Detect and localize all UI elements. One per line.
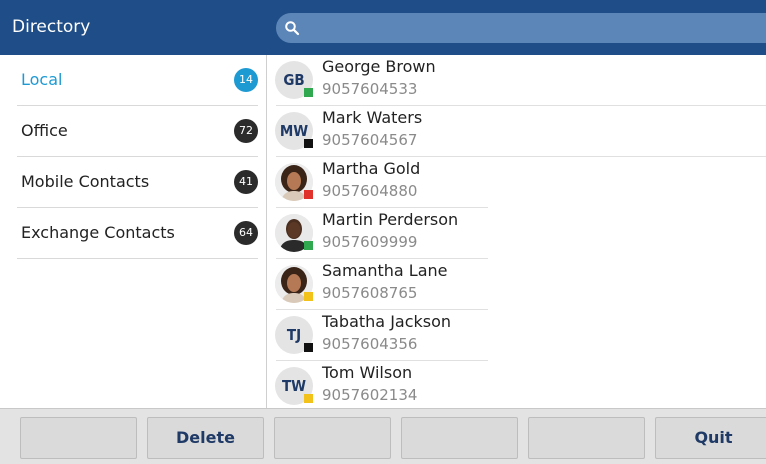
softkey-quit[interactable]: Quit	[655, 417, 766, 459]
search-icon	[285, 21, 300, 36]
category-label: Mobile Contacts	[21, 172, 150, 191]
softkey-empty-5[interactable]	[528, 417, 645, 459]
softkey-empty-4[interactable]	[401, 417, 518, 459]
page-title: Directory	[12, 17, 91, 37]
count-badge: 14	[234, 68, 258, 92]
category-item-mobile-contacts[interactable]: Mobile Contacts 41	[17, 157, 258, 208]
category-label: Exchange Contacts	[21, 223, 175, 242]
contact-name: Martha Gold	[322, 159, 421, 178]
contact-name: Tom Wilson	[322, 363, 413, 382]
contact-row[interactable]: Martin Perderson 9057609999	[267, 208, 497, 259]
category-item-exchange-contacts[interactable]: Exchange Contacts 64	[17, 208, 258, 259]
presence-indicator	[304, 139, 313, 148]
presence-indicator	[304, 292, 313, 301]
presence-indicator	[304, 88, 313, 97]
contact-number: 9057604356	[322, 335, 418, 353]
contact-row[interactable]: GB George Brown 9057604533	[267, 55, 766, 106]
contact-list: GB George Brown 9057604533 MW Mark Waters 905…	[267, 55, 766, 412]
category-item-local[interactable]: Local 14	[17, 55, 258, 106]
category-label: Office	[21, 121, 68, 140]
contact-number: 9057604567	[322, 131, 418, 149]
contact-number: 9057604880	[322, 182, 418, 200]
presence-indicator	[304, 394, 313, 403]
contact-row[interactable]: MW Mark Waters 9057604567	[267, 106, 766, 157]
contact-number: 9057604533	[322, 80, 418, 98]
contact-row[interactable]: TW Tom Wilson 9057602134	[267, 361, 497, 412]
count-badge: 41	[234, 170, 258, 194]
presence-indicator	[304, 190, 313, 199]
header-bar: Directory	[0, 0, 766, 55]
softkey-delete[interactable]: Delete	[147, 417, 264, 459]
contact-name: Mark Waters	[322, 108, 423, 127]
contact-number: 9057602134	[322, 386, 418, 404]
category-list: Local 14 Office 72 Mobile Contacts 41 Exchange…	[0, 55, 266, 408]
softkey-bar: Delete Quit	[0, 408, 766, 464]
presence-indicator	[304, 241, 313, 250]
count-badge: 64	[234, 221, 258, 245]
contact-name: Martin Perderson	[322, 210, 459, 229]
directory-app: Directory Local 14 Office 72 Mobile Contacts…	[0, 0, 766, 464]
contact-number: 9057608765	[322, 284, 418, 302]
contact-name: George Brown	[322, 57, 436, 76]
category-label: Local	[21, 70, 63, 89]
softkey-empty-1[interactable]	[20, 417, 137, 459]
contact-row[interactable]: Samantha Lane 9057608765	[267, 259, 497, 310]
search-input[interactable]	[276, 13, 766, 43]
contact-row[interactable]: Martha Gold 9057604880	[267, 157, 497, 208]
softkey-empty-3[interactable]	[274, 417, 391, 459]
presence-indicator	[304, 343, 313, 352]
category-item-office[interactable]: Office 72	[17, 106, 258, 157]
contact-row[interactable]: TJ Tabatha Jackson 9057604356	[267, 310, 497, 361]
count-badge: 72	[234, 119, 258, 143]
contact-number: 9057609999	[322, 233, 418, 251]
contact-name: Tabatha Jackson	[322, 312, 452, 331]
contact-name: Samantha Lane	[322, 261, 448, 280]
